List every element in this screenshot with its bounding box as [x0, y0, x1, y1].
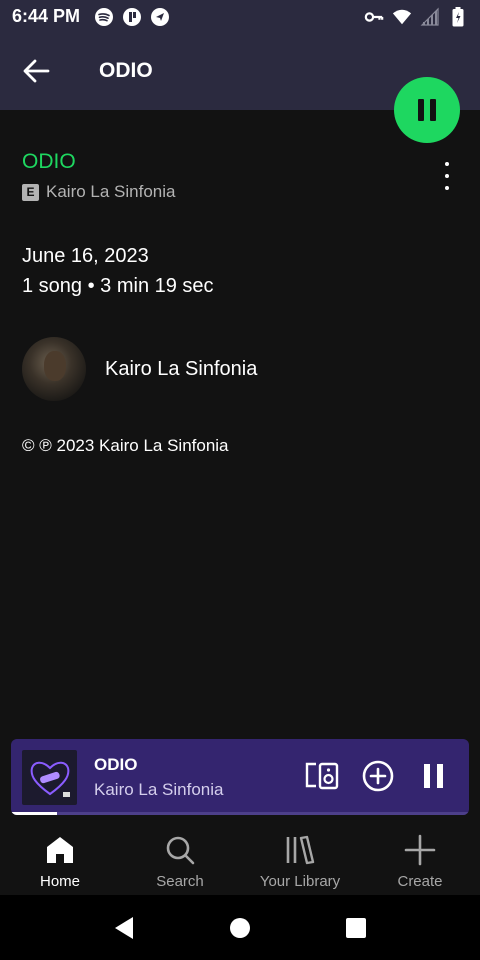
- pause-icon: [418, 99, 436, 121]
- spotify-icon: [94, 7, 114, 27]
- app-icon: [122, 7, 142, 27]
- artist-row[interactable]: Kairo La Sinfonia: [22, 336, 458, 402]
- system-nav-bar: [0, 895, 480, 960]
- nav-home[interactable]: Home: [0, 815, 120, 895]
- play-pause-button[interactable]: [394, 77, 460, 143]
- back-button[interactable]: [20, 55, 52, 87]
- library-icon: [283, 833, 317, 867]
- more-options-button[interactable]: [436, 162, 458, 190]
- copyright-text: © ℗ 2023 Kairo La Sinfonia: [22, 436, 229, 455]
- mini-pause-button[interactable]: [417, 759, 451, 793]
- status-bar: 6:44 PM: [0, 0, 480, 33]
- song-count-duration: 1 song • 3 min 19 sec: [22, 275, 214, 297]
- add-to-library-button[interactable]: [361, 759, 395, 793]
- mini-player-title: ODIO: [94, 755, 138, 774]
- nav-label-home: Home: [39, 873, 80, 890]
- connect-device-button[interactable]: [305, 759, 339, 793]
- location-icon: [150, 7, 170, 27]
- status-left-icons: [94, 7, 170, 27]
- home-circle-icon: [230, 917, 250, 938]
- album-name: ODIO: [22, 150, 76, 173]
- artist-row-name: Kairo La Sinfonia: [105, 357, 258, 380]
- plus-icon: [403, 833, 437, 867]
- system-back-button[interactable]: [112, 916, 136, 940]
- mini-player[interactable]: ODIO Kairo La Sinfonia: [11, 739, 469, 815]
- pause-icon: [424, 764, 443, 788]
- connect-device-icon: [305, 762, 339, 790]
- mini-player-artwork: [22, 750, 77, 805]
- system-home-button[interactable]: [228, 916, 252, 940]
- recents-square-icon: [346, 917, 366, 938]
- search-icon: [163, 833, 197, 867]
- album-artist-line: E Kairo La Sinfonia: [22, 182, 175, 202]
- nav-label-search: Search: [156, 873, 204, 890]
- bottom-nav: Home Search Your Library Create: [0, 815, 480, 895]
- nav-library[interactable]: Your Library: [240, 815, 360, 895]
- wifi-icon: [392, 7, 412, 27]
- arrow-back-icon: [23, 59, 50, 83]
- more-vertical-icon: [445, 162, 449, 166]
- home-icon: [43, 833, 77, 867]
- nav-label-library: Your Library: [259, 873, 341, 890]
- status-time: 6:44 PM: [12, 6, 81, 26]
- signal-icon: [420, 7, 440, 27]
- mini-player-controls: [305, 759, 451, 793]
- nav-create[interactable]: Create: [360, 815, 480, 895]
- album-artist[interactable]: Kairo La Sinfonia: [46, 182, 175, 202]
- system-recents-button[interactable]: [344, 916, 368, 940]
- release-date: June 16, 2023: [22, 245, 149, 267]
- back-triangle-icon: [115, 916, 133, 939]
- status-right-icons: [364, 6, 468, 27]
- nav-label-create: Create: [397, 873, 443, 890]
- nav-search[interactable]: Search: [120, 815, 240, 895]
- battery-icon: [448, 6, 468, 27]
- page-title: ODIO: [99, 59, 153, 82]
- explicit-badge: E: [22, 183, 39, 201]
- artist-avatar: [22, 337, 86, 401]
- add-circle-icon: [362, 760, 394, 792]
- vpn-key-icon: [364, 7, 384, 27]
- mini-player-artist: Kairo La Sinfonia: [94, 780, 224, 799]
